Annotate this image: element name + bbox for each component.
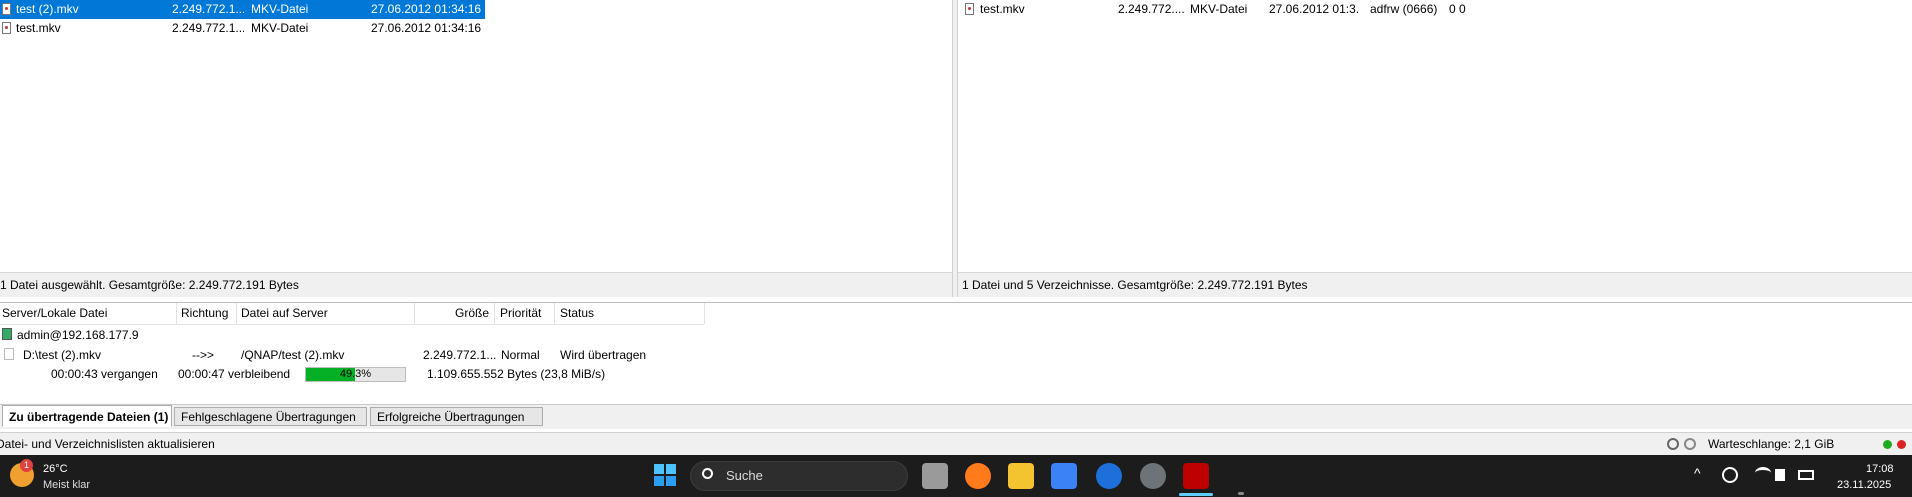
queue-status: Wird übertragen xyxy=(560,348,647,362)
file-name: test.mkv xyxy=(16,21,61,35)
local-file-list[interactable]: test (2).mkv 2.249.772.1... MKV-Datei 27… xyxy=(0,0,952,297)
tab-failed-transfers[interactable]: Fehlgeschlagene Übertragungen xyxy=(174,407,367,426)
search-box[interactable]: Suche xyxy=(690,461,908,491)
file-size: 2.249.772.... xyxy=(1118,2,1185,16)
app-status-bar: Datei- und Verzeichnislisten aktualisier… xyxy=(0,432,1912,456)
running-app-indicator xyxy=(1238,492,1244,495)
receive-led-icon xyxy=(1883,440,1892,449)
queue-size: 2.249.772.1... xyxy=(423,348,497,362)
queue-local-file: D:\test (2).mkv xyxy=(23,348,102,362)
speed-limit-icon[interactable] xyxy=(1684,438,1696,450)
server-icon xyxy=(2,328,12,340)
wifi-icon[interactable] xyxy=(1755,467,1771,479)
queue-remote-file: /QNAP/test (2).mkv xyxy=(241,348,345,362)
filezilla-icon[interactable] xyxy=(1183,463,1209,489)
file-modified: 27.06.2012 01:34:16 xyxy=(371,2,482,16)
file-icon xyxy=(4,348,14,360)
remote-file-list[interactable]: test.mkv 2.249.772.... MKV-Datei 27.06.2… xyxy=(958,0,1912,297)
elapsed-time: 00:00:43 vergangen xyxy=(51,367,158,381)
search-icon xyxy=(702,468,713,479)
file-explorer-icon[interactable] xyxy=(1008,463,1034,489)
local-file-row[interactable]: test (2).mkv 2.249.772.1... MKV-Datei 27… xyxy=(0,0,485,19)
gear-icon[interactable] xyxy=(1667,438,1679,450)
file-type: MKV-Datei xyxy=(251,21,309,35)
browser-icon[interactable] xyxy=(1096,463,1122,489)
file-size: 2.249.772.1... xyxy=(172,21,244,35)
tab-successful-transfers[interactable]: Erfolgreiche Übertragungen xyxy=(370,407,543,426)
queue-direction: -->> xyxy=(192,348,215,362)
file-modified: 27.06.2012 01:3... xyxy=(1269,2,1359,16)
remote-status-text: 1 Datei und 5 Verzeichnisse. Gesamtgröße… xyxy=(962,278,1308,292)
start-tile-2 xyxy=(666,464,676,474)
start-tile-3 xyxy=(654,476,664,486)
active-app-indicator xyxy=(1179,493,1213,496)
sync-icon[interactable] xyxy=(1722,467,1738,483)
col-direction[interactable]: Richtung xyxy=(177,303,237,324)
remote-status-bar: 1 Datei und 5 Verzeichnisse. Gesamtgröße… xyxy=(958,272,1912,297)
file-permissions: adfrw (0666) xyxy=(1370,2,1438,16)
transferred-bytes: 1.109.655.552 Bytes (23,8 MiB/s) xyxy=(427,367,606,381)
weather-badge: 1 xyxy=(20,459,33,472)
tab-queued-files[interactable]: Zu übertragende Dateien (1) xyxy=(2,405,172,427)
progress-percent: 49.3% xyxy=(339,368,372,380)
file-name: test.mkv xyxy=(980,2,1025,16)
queue-server: admin@192.168.177.9 xyxy=(17,328,139,342)
queue-header: Server/Lokale Datei Richtung Datei auf S… xyxy=(0,303,705,325)
queue-item-row[interactable]: D:\test (2).mkv -->> /QNAP/test (2).mkv … xyxy=(0,346,704,364)
file-name: test (2).mkv xyxy=(16,2,79,16)
battery-icon[interactable] xyxy=(1798,470,1814,480)
file-type: MKV-Datei xyxy=(1190,2,1248,16)
remaining-time: 00:00:47 verbleibend xyxy=(178,367,291,381)
mkv-file-icon xyxy=(2,3,11,15)
file-modified: 27.06.2012 01:34:16 xyxy=(371,21,482,35)
col-remote-file[interactable]: Datei auf Server xyxy=(237,303,415,324)
volume-icon[interactable] xyxy=(1775,469,1785,481)
chevron-up-icon[interactable]: ^ xyxy=(1694,465,1701,481)
transfer-progress-bar: 49.3% xyxy=(305,367,406,382)
col-status[interactable]: Status xyxy=(555,303,705,324)
weather-desc[interactable]: Meist klar xyxy=(43,479,90,491)
search-placeholder: Suche xyxy=(726,468,763,483)
col-priority[interactable]: Priorität xyxy=(495,303,555,324)
local-file-row[interactable]: test.mkv 2.249.772.1... MKV-Datei 27.06.… xyxy=(0,19,485,38)
start-tile-4 xyxy=(666,476,676,486)
weather-temp[interactable]: 26°C xyxy=(43,463,68,475)
file-type: MKV-Datei xyxy=(251,2,309,16)
clock-time[interactable]: 17:08 xyxy=(1866,463,1894,475)
send-led-icon xyxy=(1897,440,1906,449)
file-owner: 0 0 xyxy=(1449,2,1466,16)
start-button[interactable] xyxy=(654,464,676,486)
status-message: Datei- und Verzeichnislisten aktualisier… xyxy=(0,437,215,451)
mkv-file-icon xyxy=(2,22,11,34)
task-view-icon[interactable] xyxy=(922,463,948,489)
queue-tabs: Zu übertragende Dateien (1) Fehlgeschlag… xyxy=(0,404,1912,429)
local-status-bar: 1 Datei ausgewählt. Gesamtgröße: 2.249.7… xyxy=(0,272,952,297)
taskbar: 1 26°C Meist klar Suche ^ 17:08 23.11.20… xyxy=(0,455,1912,497)
start-tile-1 xyxy=(654,464,664,474)
local-status-text: 1 Datei ausgewählt. Gesamtgröße: 2.249.7… xyxy=(0,278,299,292)
col-local-file[interactable]: Server/Lokale Datei xyxy=(0,303,177,324)
firefox-icon[interactable] xyxy=(965,463,991,489)
store-icon[interactable] xyxy=(1051,463,1077,489)
settings-gear-icon[interactable] xyxy=(1140,463,1166,489)
queue-size-status: Warteschlange: 2,1 GiB xyxy=(1708,437,1835,451)
remote-file-row[interactable]: test.mkv 2.249.772.... MKV-Datei 27.06.2… xyxy=(958,0,1912,19)
clock-date[interactable]: 23.11.2025 xyxy=(1837,479,1891,491)
mkv-file-icon xyxy=(965,3,974,15)
col-size[interactable]: Größe xyxy=(415,303,495,324)
file-size: 2.249.772.1... xyxy=(172,2,244,16)
queue-priority: Normal xyxy=(501,348,540,362)
